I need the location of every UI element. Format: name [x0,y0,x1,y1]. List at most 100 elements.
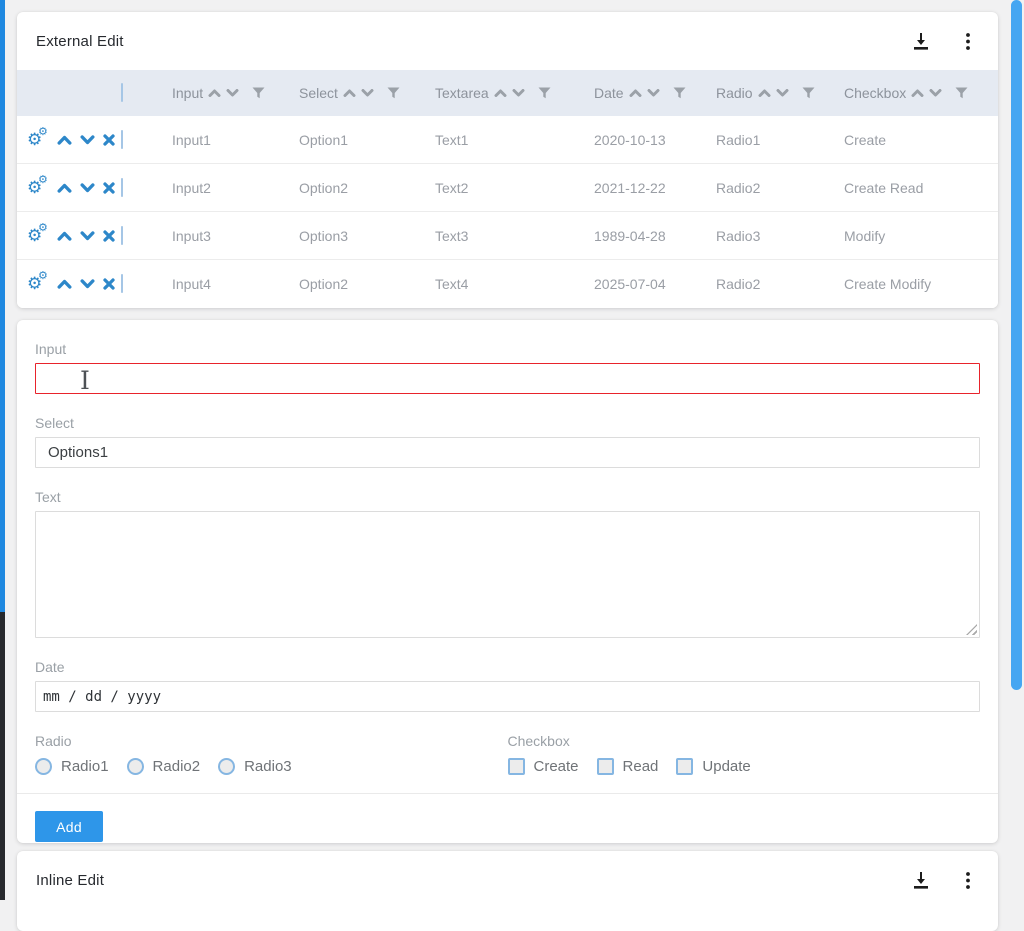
cell-date: 2025-07-04 [594,276,716,292]
cell-input: Input3 [172,228,299,244]
row-checkbox[interactable] [121,178,123,197]
date-field-placeholder: mm / dd / yyyy [43,689,161,705]
radio-option-radio1[interactable] [35,758,52,775]
external-edit-header: External Edit [17,12,998,70]
sort-up-icon[interactable] [629,89,642,97]
row-checkbox[interactable] [121,226,123,245]
cell-checkbox: Create [844,132,998,148]
row-settings-icon[interactable]: ⚙⚙ [27,178,49,198]
radio-option-label: Radio3 [244,758,292,775]
cell-radio: Radio1 [716,132,844,148]
textarea-resize-handle[interactable] [966,624,977,635]
sort-down-icon[interactable] [647,89,660,97]
download-icon[interactable] [911,870,931,890]
radio-option-label: Radio1 [61,758,109,775]
row-delete-icon[interactable] [103,278,115,290]
row-delete-icon[interactable] [103,230,115,242]
cell-radio: Radio2 [716,180,844,196]
column-header-select: Select [299,85,435,101]
row-move-up-icon[interactable] [57,279,72,289]
row-move-up-icon[interactable] [57,135,72,145]
card-title: Inline Edit [36,872,104,889]
checkbox-option-label: Update [702,758,750,775]
row-delete-icon[interactable] [103,134,115,146]
sort-up-icon[interactable] [911,89,924,97]
input-field[interactable] [35,363,980,394]
checkbox-group-label: Checkbox [508,712,981,755]
row-move-up-icon[interactable] [57,231,72,241]
cell-select: Option2 [299,180,435,196]
cell-select: Option2 [299,276,435,292]
row-settings-icon[interactable]: ⚙⚙ [27,274,49,294]
left-scroll-indicator-blue [0,0,5,612]
left-scroll-indicator-dark [0,612,5,900]
row-settings-icon[interactable]: ⚙⚙ [27,226,49,246]
date-field[interactable]: mm / dd / yyyy [35,681,980,712]
cell-date: 2021-12-22 [594,180,716,196]
checkbox-option-read[interactable] [597,758,614,775]
cell-textarea: Text2 [435,180,594,196]
sort-down-icon[interactable] [929,89,942,97]
vertical-scrollbar-thumb[interactable] [1011,0,1022,690]
row-move-up-icon[interactable] [57,183,72,193]
row-delete-icon[interactable] [103,182,115,194]
filter-funnel-icon[interactable] [673,87,686,99]
sort-down-icon[interactable] [512,89,525,97]
textarea-field[interactable] [35,511,980,638]
cell-checkbox: Create Modify [844,276,998,292]
sort-down-icon[interactable] [776,89,789,97]
radio-group-label: Radio [35,712,508,755]
row-settings-icon[interactable]: ⚙⚙ [27,130,49,150]
checkbox-option-create[interactable] [508,758,525,775]
kebab-menu-icon[interactable] [958,31,978,51]
filter-funnel-icon[interactable] [387,87,400,99]
inline-edit-header: Inline Edit [17,851,998,909]
row-move-down-icon[interactable] [80,183,95,193]
radio-option-radio3[interactable] [218,758,235,775]
sort-down-icon[interactable] [226,89,239,97]
cell-input: Input2 [172,180,299,196]
sort-down-icon[interactable] [361,89,374,97]
checkbox-option-label: Create [534,758,579,775]
checkbox-option-label: Read [623,758,659,775]
inline-edit-card: Inline Edit [17,851,998,931]
column-header-input: Input [172,85,299,101]
download-icon[interactable] [911,31,931,51]
input-field-label: Input [35,320,980,363]
row-checkbox[interactable] [121,130,123,149]
text-field-label: Text [35,468,980,511]
column-header-checkbox: Checkbox [844,85,998,101]
checkbox-option-update[interactable] [676,758,693,775]
row-checkbox[interactable] [121,274,123,293]
sort-up-icon[interactable] [758,89,771,97]
row-move-down-icon[interactable] [80,231,95,241]
table-row: ⚙⚙ Input1 Option1 Text1 2020-10-13 Radio… [17,116,998,164]
row-move-down-icon[interactable] [80,135,95,145]
column-label: Radio [716,85,753,101]
filter-funnel-icon[interactable] [538,87,551,99]
cell-checkbox: Create Read [844,180,998,196]
select-all-checkbox[interactable] [121,83,123,102]
row-move-down-icon[interactable] [80,279,95,289]
column-label: Select [299,85,338,101]
cell-date: 2020-10-13 [594,132,716,148]
column-header-radio: Radio [716,85,844,101]
cell-input: Input1 [172,132,299,148]
add-button[interactable]: Add [35,811,103,842]
cell-textarea: Text1 [435,132,594,148]
sort-up-icon[interactable] [494,89,507,97]
kebab-menu-icon[interactable] [958,870,978,890]
sort-up-icon[interactable] [343,89,356,97]
external-edit-card: External Edit Input Select [17,12,998,308]
sort-up-icon[interactable] [208,89,221,97]
radio-option-radio2[interactable] [127,758,144,775]
cell-select: Option3 [299,228,435,244]
cell-radio: Radio2 [716,276,844,292]
filter-funnel-icon[interactable] [802,87,815,99]
select-field[interactable]: Options1 [35,437,980,468]
filter-funnel-icon[interactable] [252,87,265,99]
column-label: Date [594,85,624,101]
filter-funnel-icon[interactable] [955,87,968,99]
radio-option-label: Radio2 [153,758,201,775]
column-label: Input [172,85,203,101]
